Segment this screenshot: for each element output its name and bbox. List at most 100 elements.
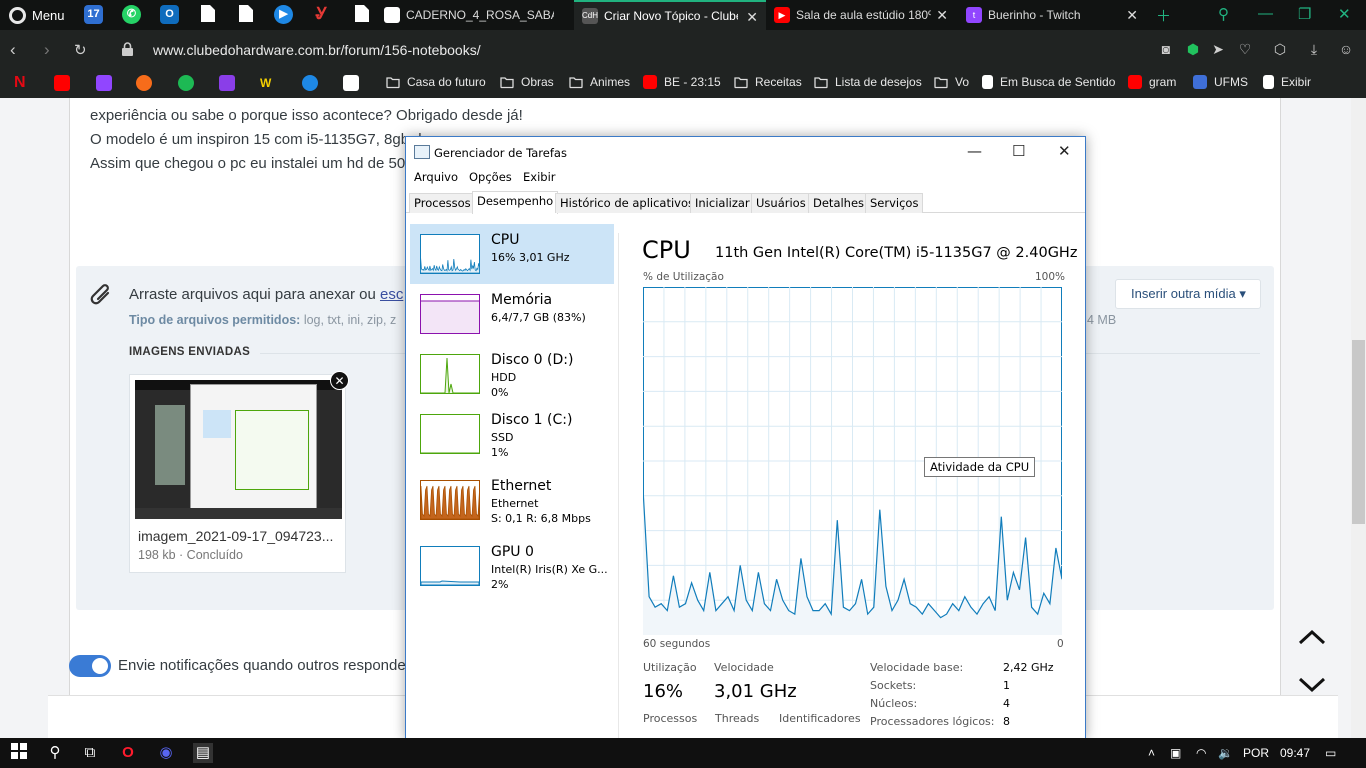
twitch-bookmark-icon[interactable]	[96, 75, 112, 91]
task-manager-taskbar-icon[interactable]: ▤	[193, 743, 213, 763]
tab-twitch[interactable]: t Buerinho - Twitch ✕	[958, 0, 1146, 30]
tab-processos[interactable]: Processos	[409, 193, 476, 213]
uploaded-image-card[interactable]: imagem_2021-09-17_094723... 198 kb · Con…	[129, 374, 346, 573]
kv-value: 1	[1003, 679, 1010, 692]
youtube-bookmark-icon[interactable]	[54, 75, 70, 91]
language-indicator[interactable]: POR	[1243, 746, 1269, 760]
document-tab-icon-2[interactable]	[236, 5, 255, 24]
windows-start-icon[interactable]	[9, 743, 29, 763]
post-text-line[interactable]: experiência ou sabe o porque isso aconte…	[90, 107, 523, 124]
page-scrollbar-thumb[interactable]	[1352, 340, 1365, 524]
sidebar-item-gpu-0[interactable]: GPU 0 Intel(R) Iris(R) Xe G... 2%	[410, 542, 614, 602]
network-icon[interactable]: ▣	[1170, 746, 1181, 760]
heart-icon[interactable]: ♡	[1237, 41, 1253, 57]
sidebar-item-disco-1[interactable]: Disco 1 (C:) SSD 1%	[410, 410, 614, 470]
tab-sala-de-aula[interactable]: ▶ Sala de aula estúdio 180º ✕	[766, 0, 956, 30]
scroll-down-icon[interactable]	[1298, 673, 1326, 701]
maximize-icon[interactable]: ☐	[1012, 142, 1025, 160]
tab-inicializar[interactable]: Inicializar	[690, 193, 755, 213]
opera-taskbar-icon[interactable]: O	[118, 743, 138, 763]
tray-chevron-icon[interactable]: ˄	[1148, 746, 1155, 760]
post-text-line[interactable]: O modelo é um inspiron 15 com i5-1135G7,…	[90, 131, 422, 148]
task-view-icon[interactable]: ⧉	[80, 743, 100, 763]
sidebar-item-disco-0[interactable]: Disco 0 (D:) HDD 0%	[410, 344, 614, 404]
bookmark-exibir[interactable]: Exibir	[1263, 75, 1311, 89]
menu-opcoes[interactable]: Opções	[469, 170, 512, 184]
tab-desempenho[interactable]: Desempenho	[472, 191, 559, 214]
choose-files-link[interactable]: esc	[380, 286, 403, 303]
doc-bookmark-icon[interactable]	[343, 75, 359, 91]
whatsapp-icon[interactable]: ✆	[122, 5, 141, 24]
new-tab-icon[interactable]: ＋	[1156, 5, 1171, 26]
camera-icon[interactable]: ◙	[1158, 41, 1174, 57]
forward-icon[interactable]: ›	[44, 40, 50, 60]
insert-media-button[interactable]: Inserir outra mídia ▾	[1115, 279, 1261, 309]
clock[interactable]: 09:47	[1280, 746, 1310, 760]
shield-icon[interactable]: ⬢	[1185, 41, 1201, 57]
close-tab-icon[interactable]: ✕	[746, 9, 758, 26]
bookmark-ufms[interactable]: UFMS	[1193, 75, 1248, 89]
notify-toggle[interactable]	[69, 655, 111, 677]
bookmark-gram[interactable]: gram	[1128, 75, 1176, 89]
opera-menu-button[interactable]: Menu	[0, 0, 68, 30]
w-bookmark-icon[interactable]: W	[260, 75, 276, 91]
close-window-icon[interactable]: ✕	[1338, 5, 1351, 23]
profile-icon[interactable]: ☺	[1338, 41, 1354, 57]
remove-image-icon[interactable]: ✕	[330, 371, 349, 390]
bookmark-ribbon-icon[interactable]: Ꮍ	[312, 5, 331, 24]
sidebar-item-cpu[interactable]: CPU 16% 3,01 GHz	[410, 224, 614, 284]
sidebar-item-ethernet[interactable]: Ethernet Ethernet S: 0,1 R: 6,8 Mbps	[410, 476, 614, 536]
bookmark-lista-de-desejos[interactable]: Lista de desejos	[814, 75, 922, 89]
crunchyroll-icon[interactable]	[136, 75, 152, 91]
bookmark-receitas[interactable]: Receitas	[734, 75, 802, 89]
document-tab-icon-3[interactable]	[352, 5, 371, 24]
sidebar-item-memoria[interactable]: Memória 6,4/7,7 GB (83%)	[410, 284, 614, 344]
post-text-line[interactable]: Assim que chegou o pc eu instalei um hd …	[90, 155, 405, 172]
minimize-icon[interactable]: —	[967, 142, 982, 160]
download-icon[interactable]: ⤓	[1306, 41, 1322, 57]
search-icon[interactable]: ⚲	[45, 743, 65, 763]
tab-historico[interactable]: Histórico de aplicativos	[555, 193, 699, 213]
tab-caderno[interactable]: CADERNO_4_ROSA_SABADO	[376, 0, 572, 30]
bookmark-em-busca-de-sentido[interactable]: Em Busca de Sentido	[982, 75, 1115, 89]
bookmark-animes[interactable]: Animes	[569, 75, 630, 89]
bookmark-be[interactable]: BE - 23:15	[643, 75, 721, 89]
tab-detalhes[interactable]: Detalhes	[808, 193, 870, 213]
close-tab-icon[interactable]: ✕	[936, 7, 948, 24]
tab-servicos[interactable]: Serviços	[865, 193, 924, 213]
youtube-icon	[1128, 75, 1142, 89]
send-icon[interactable]: ➤	[1210, 41, 1226, 57]
document-icon	[982, 75, 993, 89]
back-icon[interactable]: ‹	[10, 40, 16, 60]
discord-icon[interactable]: ◉	[156, 743, 176, 763]
calendar-pinned-tab[interactable]: 17	[84, 5, 103, 24]
url-field[interactable]: www.clubedohardware.com.br/forum/156-not…	[153, 42, 481, 58]
play-bookmark-icon[interactable]	[302, 75, 318, 91]
play-icon[interactable]: ▶	[274, 5, 293, 24]
search-tabs-icon[interactable]: ⚲	[1218, 5, 1229, 23]
menu-arquivo[interactable]: Arquivo	[414, 170, 458, 184]
reload-icon[interactable]: ↻	[74, 41, 87, 59]
bookmark-obras[interactable]: Obras	[500, 75, 554, 89]
tab-criar-novo-topico[interactable]: CdH Criar Novo Tópico - Clube ✕	[574, 0, 766, 30]
close-icon[interactable]: ✕	[1058, 142, 1071, 160]
cube-icon[interactable]: ⬡	[1272, 41, 1288, 57]
notifications-icon[interactable]: ▭	[1325, 746, 1336, 760]
scroll-up-icon[interactable]	[1298, 625, 1326, 653]
graph-ylabel: % de Utilização	[643, 271, 724, 283]
restore-window-icon[interactable]: ❐	[1298, 5, 1311, 23]
volume-icon[interactable]: 🔉	[1218, 746, 1233, 760]
spotify-icon[interactable]	[178, 75, 194, 91]
netflix-icon[interactable]: N	[14, 75, 30, 91]
minimize-window-icon[interactable]: —	[1258, 5, 1273, 22]
wifi-icon[interactable]: ◠	[1196, 746, 1206, 760]
app-bookmark-icon[interactable]	[219, 75, 235, 91]
bookmark-vo[interactable]: Vo	[934, 75, 969, 89]
outlook-icon[interactable]: O	[160, 5, 179, 24]
document-tab-icon[interactable]	[198, 5, 217, 24]
tab-usuarios[interactable]: Usuários	[751, 193, 811, 213]
menu-exibir[interactable]: Exibir	[523, 170, 556, 184]
close-tab-icon[interactable]: ✕	[1126, 7, 1138, 24]
bookmark-casa-do-futuro[interactable]: Casa do futuro	[386, 75, 486, 89]
image-thumbnail[interactable]	[135, 380, 342, 519]
